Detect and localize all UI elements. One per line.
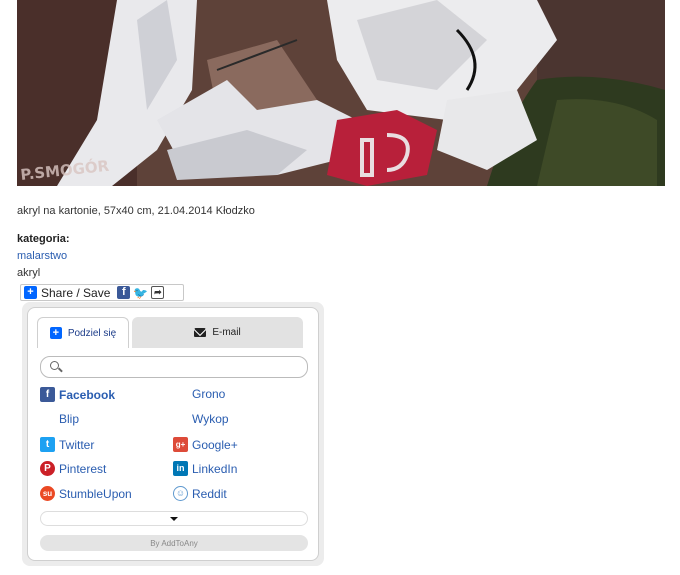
service-blip-label: Blip xyxy=(59,412,80,426)
service-google-plus[interactable]: g+ Google+ xyxy=(173,437,238,452)
facebook-icon: f xyxy=(40,387,55,402)
service-reddit[interactable]: ☺ Reddit xyxy=(173,486,227,501)
facebook-icon[interactable]: f xyxy=(117,286,131,299)
tab-email-label: E-mail xyxy=(212,327,241,338)
more-services-button[interactable] xyxy=(40,511,308,526)
service-linkedin-label: LinkedIn xyxy=(192,461,238,476)
service-wykop-label: Wykop xyxy=(192,412,229,426)
service-twitter-label: Twitter xyxy=(59,437,95,452)
share-popup: + Podziel się E-mail f Facebook Blip t T… xyxy=(22,302,324,566)
google-plus-icon: g+ xyxy=(173,437,188,452)
artwork-image: P.SMOGÓR xyxy=(17,0,665,186)
service-reddit-label: Reddit xyxy=(192,486,227,501)
service-google-plus-label: Google+ xyxy=(192,437,238,452)
envelope-icon xyxy=(194,328,207,337)
service-facebook[interactable]: f Facebook xyxy=(40,387,115,402)
category-link-akryl[interactable]: akryl xyxy=(17,267,40,279)
chevron-down-icon xyxy=(170,516,178,521)
service-stumbleupon[interactable]: su StumbleUpon xyxy=(40,486,132,501)
service-twitter[interactable]: t Twitter xyxy=(40,437,94,452)
plus-icon: + xyxy=(49,327,62,339)
search-icon xyxy=(50,361,59,370)
category-label: kategoria: xyxy=(17,233,70,245)
service-facebook-label: Facebook xyxy=(59,387,116,402)
category-link-malarstwo[interactable]: malarstwo xyxy=(17,250,67,262)
service-grono-label: Grono xyxy=(192,387,226,401)
twitter-icon: t xyxy=(40,437,55,452)
service-search-input[interactable] xyxy=(40,356,308,378)
pinterest-icon: P xyxy=(40,461,55,476)
share-tabs: + Podziel się E-mail xyxy=(37,317,303,348)
service-pinterest-label: Pinterest xyxy=(59,461,107,476)
tab-share[interactable]: + Podziel się xyxy=(37,317,129,348)
tab-email[interactable]: E-mail xyxy=(132,317,303,348)
service-wykop[interactable]: Wykop xyxy=(192,412,229,426)
service-blip[interactable]: Blip xyxy=(59,412,79,426)
service-linkedin[interactable]: in LinkedIn xyxy=(173,461,237,476)
service-grono[interactable]: Grono xyxy=(192,387,225,401)
service-pinterest[interactable]: P Pinterest xyxy=(40,461,106,476)
twitter-icon[interactable]: 🐦 xyxy=(133,286,148,299)
share-save-button[interactable]: + Share / Save f 🐦 ➦ xyxy=(20,284,184,301)
service-stumbleupon-label: StumbleUpon xyxy=(59,486,132,501)
reddit-icon: ☺ xyxy=(173,486,188,501)
addtoany-credit-link[interactable]: By AddToAny xyxy=(40,535,308,551)
tab-share-label: Podziel się xyxy=(67,327,117,339)
share-arrow-icon[interactable]: ➦ xyxy=(151,286,165,299)
share-save-label: Share / Save xyxy=(41,285,111,300)
addtoany-plus-icon: + xyxy=(24,286,37,299)
share-popup-panel: + Podziel się E-mail f Facebook Blip t T… xyxy=(27,307,319,561)
artwork-caption: akryl na kartonie, 57x40 cm, 21.04.2014 … xyxy=(17,205,255,217)
stumbleupon-icon: su xyxy=(40,486,55,501)
linkedin-icon: in xyxy=(173,461,188,476)
